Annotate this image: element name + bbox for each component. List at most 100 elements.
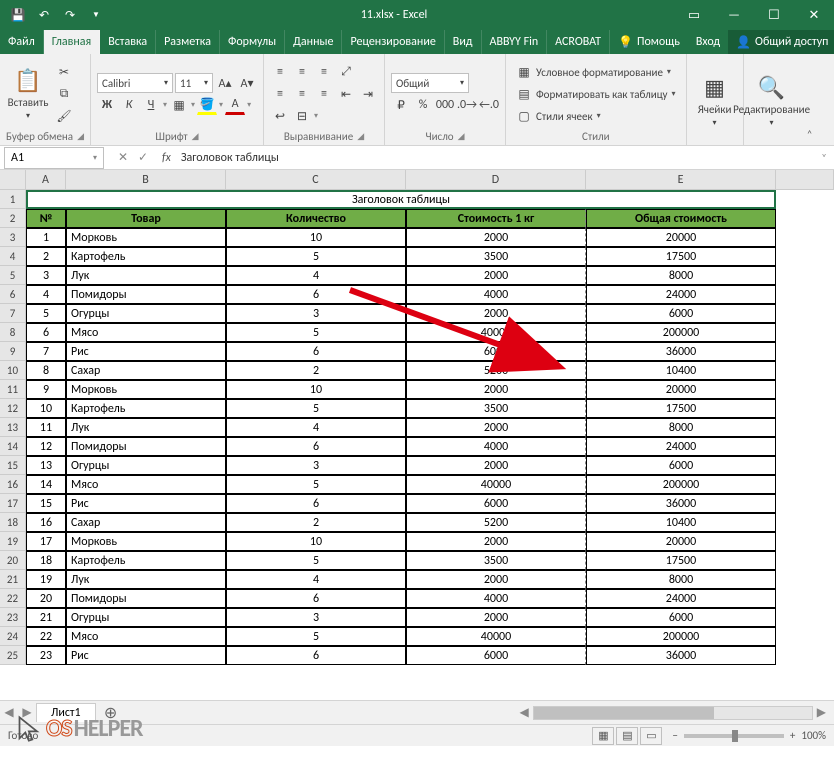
format-as-table-button[interactable]: ▤Форматировать как таблицу▾ xyxy=(512,84,680,104)
indent-inc-icon[interactable]: ⇥ xyxy=(358,84,378,104)
table-cell-qty[interactable]: 4 xyxy=(226,418,406,437)
table-cell-num[interactable]: 19 xyxy=(26,570,66,589)
table-cell-qty[interactable]: 5 xyxy=(226,627,406,646)
row-header[interactable]: 20 xyxy=(0,551,26,570)
table-cell-price[interactable]: 6000 xyxy=(406,494,586,513)
table-cell-total[interactable]: 36000 xyxy=(586,342,776,361)
tab-acrobat[interactable]: ACROBAT xyxy=(547,30,610,54)
grow-font-icon[interactable]: A▴ xyxy=(215,73,235,93)
table-cell-total[interactable]: 8000 xyxy=(586,418,776,437)
table-cell-num[interactable]: 11 xyxy=(26,418,66,437)
table-cell-qty[interactable]: 4 xyxy=(226,570,406,589)
table-cell-num[interactable]: 6 xyxy=(26,323,66,342)
table-header-cell[interactable]: Товар xyxy=(66,209,226,228)
table-cell-num[interactable]: 20 xyxy=(26,589,66,608)
wrap-text-icon[interactable]: ↩ xyxy=(270,106,290,126)
table-cell-total[interactable]: 17500 xyxy=(586,247,776,266)
table-cell-name[interactable]: Лук xyxy=(66,570,226,589)
table-cell-total[interactable]: 200000 xyxy=(586,627,776,646)
row-header[interactable]: 7 xyxy=(0,304,26,323)
table-cell-qty[interactable]: 3 xyxy=(226,304,406,323)
table-cell-qty[interactable]: 5 xyxy=(226,247,406,266)
table-cell-price[interactable]: 40000 xyxy=(406,323,586,342)
table-cell-qty[interactable]: 10 xyxy=(226,228,406,247)
table-cell-qty[interactable]: 6 xyxy=(226,437,406,456)
align-right-icon[interactable]: ≡ xyxy=(314,84,334,104)
table-cell-num[interactable]: 12 xyxy=(26,437,66,456)
table-cell-num[interactable]: 8 xyxy=(26,361,66,380)
align-top-icon[interactable]: ≡ xyxy=(270,62,290,82)
table-cell-qty[interactable]: 6 xyxy=(226,342,406,361)
table-cell-num[interactable]: 2 xyxy=(26,247,66,266)
save-icon[interactable]: 💾 xyxy=(8,5,28,25)
editing-button[interactable]: 🔍 Редактирование ▾ xyxy=(750,58,794,143)
expand-formula-icon[interactable]: ˅ xyxy=(814,151,834,164)
table-cell-qty[interactable]: 5 xyxy=(226,551,406,570)
launcher-icon[interactable]: ◢ xyxy=(192,131,199,142)
currency-icon[interactable]: ₽ xyxy=(391,95,411,115)
table-cell-total[interactable]: 17500 xyxy=(586,551,776,570)
col-header-blank[interactable] xyxy=(776,170,834,190)
horizontal-scrollbar[interactable] xyxy=(533,706,813,720)
cancel-formula-icon[interactable]: ✕ xyxy=(114,150,132,165)
table-cell-num[interactable]: 18 xyxy=(26,551,66,570)
table-cell-price[interactable]: 2000 xyxy=(406,228,586,247)
cell-styles-button[interactable]: ▢Стили ячеек▾ xyxy=(512,106,680,126)
row-header[interactable]: 3 xyxy=(0,228,26,247)
tab-help[interactable]: 💡Помощь xyxy=(610,30,688,54)
col-header-E[interactable]: E xyxy=(586,170,776,190)
table-cell-qty[interactable]: 3 xyxy=(226,608,406,627)
table-cell-name[interactable]: Помидоры xyxy=(66,285,226,304)
row-header[interactable]: 8 xyxy=(0,323,26,342)
launcher-icon[interactable]: ◢ xyxy=(77,131,84,142)
table-cell-total[interactable]: 20000 xyxy=(586,380,776,399)
row-header[interactable]: 10 xyxy=(0,361,26,380)
tab-file[interactable]: Файл xyxy=(0,30,44,54)
table-cell-price[interactable]: 2000 xyxy=(406,266,586,285)
table-cell-total[interactable]: 200000 xyxy=(586,323,776,342)
table-cell-total[interactable]: 10400 xyxy=(586,513,776,532)
table-cell-total[interactable]: 24000 xyxy=(586,285,776,304)
table-cell-name[interactable]: Мясо xyxy=(66,323,226,342)
table-cell-name[interactable]: Сахар xyxy=(66,513,226,532)
table-cell-total[interactable]: 6000 xyxy=(586,456,776,475)
name-box[interactable]: A1▾ xyxy=(4,147,104,169)
font-size-select[interactable]: 11▾ xyxy=(175,73,213,93)
table-cell-name[interactable]: Рис xyxy=(66,646,226,665)
tab-insert[interactable]: Вставка xyxy=(100,30,156,54)
table-cell-qty[interactable]: 5 xyxy=(226,323,406,342)
table-cell-num[interactable]: 3 xyxy=(26,266,66,285)
cut-icon[interactable]: ✂ xyxy=(54,62,74,82)
table-cell-name[interactable]: Помидоры xyxy=(66,437,226,456)
table-cell-name[interactable]: Мясо xyxy=(66,627,226,646)
shrink-font-icon[interactable]: A▾ xyxy=(237,73,257,93)
table-cell-price[interactable]: 3500 xyxy=(406,399,586,418)
table-cell-total[interactable]: 200000 xyxy=(586,475,776,494)
table-cell-name[interactable]: Огурцы xyxy=(66,456,226,475)
table-cell-qty[interactable]: 10 xyxy=(226,380,406,399)
table-cell-qty[interactable]: 5 xyxy=(226,475,406,494)
table-cell-price[interactable]: 40000 xyxy=(406,475,586,494)
table-cell-price[interactable]: 4000 xyxy=(406,285,586,304)
view-page-layout-icon[interactable]: ▤ xyxy=(616,727,638,745)
format-painter-icon[interactable]: 🖌 xyxy=(54,106,74,126)
enter-formula-icon[interactable]: ✓ xyxy=(134,150,152,165)
row-header[interactable]: 23 xyxy=(0,608,26,627)
tab-review[interactable]: Рецензирование xyxy=(342,30,444,54)
redo-icon[interactable]: ↷ xyxy=(60,5,80,25)
row-header[interactable]: 22 xyxy=(0,589,26,608)
table-cell-name[interactable]: Рис xyxy=(66,494,226,513)
table-title-cell[interactable]: Заголовок таблицы xyxy=(26,190,776,209)
table-cell-price[interactable]: 3500 xyxy=(406,551,586,570)
table-cell-name[interactable]: Огурцы xyxy=(66,304,226,323)
table-cell-price[interactable]: 2000 xyxy=(406,456,586,475)
table-cell-num[interactable]: 14 xyxy=(26,475,66,494)
tab-data[interactable]: Данные xyxy=(285,30,342,54)
table-cell-name[interactable]: Картофель xyxy=(66,247,226,266)
row-header[interactable]: 5 xyxy=(0,266,26,285)
orientation-icon[interactable]: ⤢ xyxy=(336,62,356,82)
paste-button[interactable]: 📋 Вставить ▾ xyxy=(6,58,50,130)
row-header[interactable]: 25 xyxy=(0,646,26,665)
fill-color-icon[interactable]: 🪣 xyxy=(197,95,217,115)
table-cell-name[interactable]: Морковь xyxy=(66,380,226,399)
